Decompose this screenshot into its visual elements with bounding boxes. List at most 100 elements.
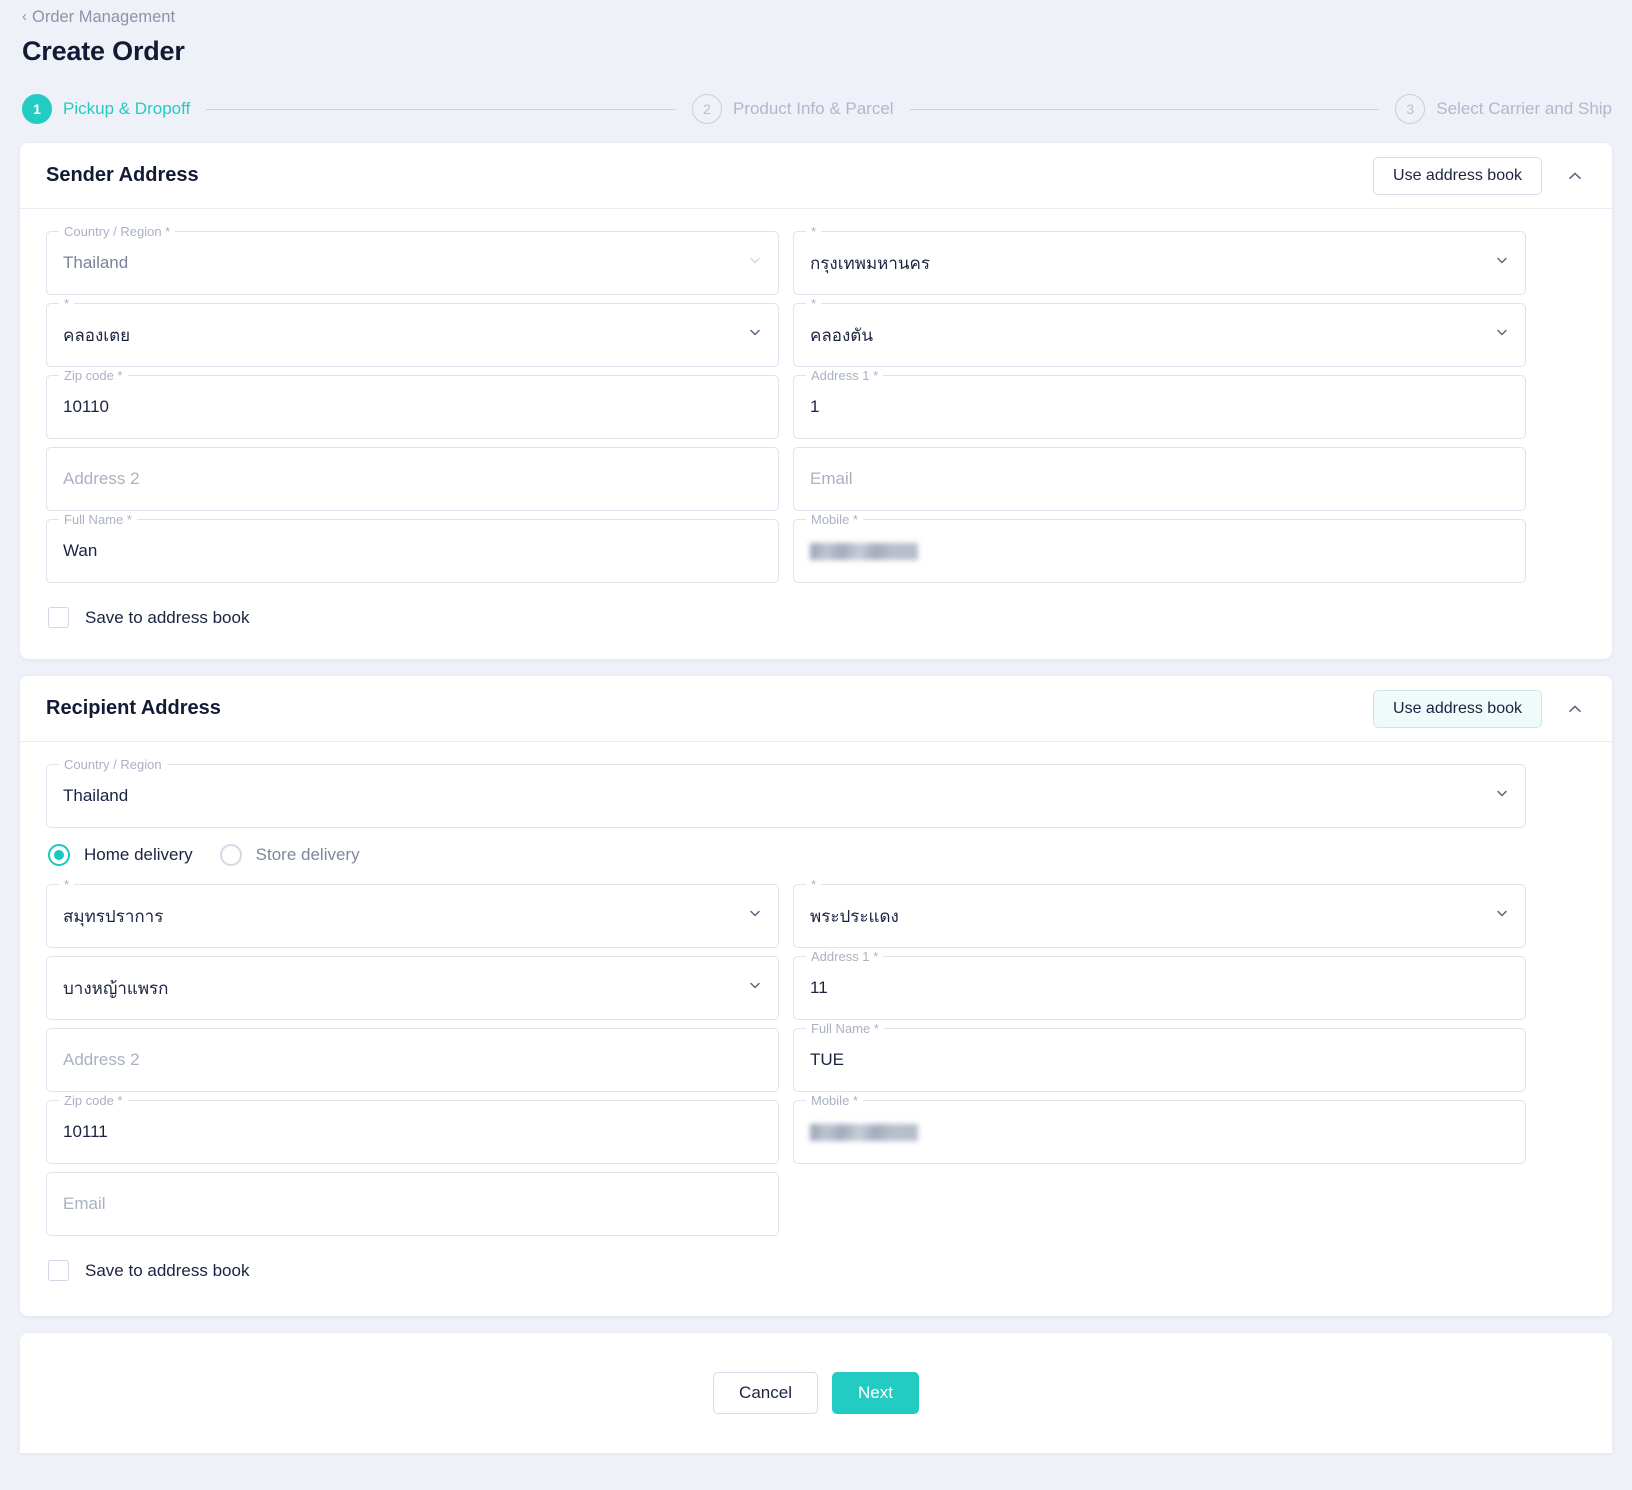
sender-province-value: กรุงเทพมหานคร: [810, 253, 931, 273]
sender-mobile-redacted-value: [810, 542, 918, 560]
sender-mobile-label: Mobile *: [806, 512, 863, 528]
page-title: Create Order: [22, 36, 185, 66]
sender-district-field[interactable]: * คลองเตย: [46, 296, 779, 367]
step-select-carrier-ship[interactable]: 3 Select Carrier and Ship: [1395, 94, 1612, 124]
sender-address1-value: 1: [810, 397, 820, 416]
sender-subdistrict-label: *: [806, 296, 822, 312]
sender-save-to-address-book-row[interactable]: Save to address book: [46, 591, 1586, 628]
sender-fullname-value: Wan: [63, 541, 98, 560]
recipient-fullname-value: TUE: [810, 1050, 844, 1069]
recipient-subdistrict-field[interactable]: บางหญ้าแพรก: [46, 956, 779, 1020]
recipient-mobile-redacted-value: [810, 1123, 918, 1141]
sender-card-header: Sender Address Use address book: [20, 143, 1612, 209]
step-1-number: 1: [22, 94, 52, 124]
breadcrumb-label: Order Management: [32, 8, 176, 26]
sender-district-label: *: [59, 296, 75, 312]
step-connector-2: [909, 108, 1380, 110]
sender-district-value: คลองเตย: [63, 325, 131, 345]
sender-country-field[interactable]: Country / Region * Thailand: [46, 224, 779, 295]
recipient-country-value: Thailand: [63, 786, 129, 805]
chevron-down-icon: [747, 906, 763, 927]
sender-save-to-address-book-label: Save to address book: [85, 607, 250, 627]
step-2-number: 2: [691, 94, 722, 124]
recipient-district-label: *: [806, 877, 822, 893]
recipient-card-body: Country / Region Thailand Home delivery …: [20, 742, 1612, 1281]
sender-collapse-toggle[interactable]: [1560, 161, 1590, 191]
sender-province-label: *: [806, 224, 822, 240]
recipient-use-address-book-button[interactable]: Use address book: [1373, 689, 1542, 728]
step-3-number: 3: [1395, 94, 1426, 124]
sender-use-address-book-button[interactable]: Use address book: [1373, 156, 1542, 195]
sender-zip-label: Zip code *: [59, 368, 128, 384]
recipient-save-to-address-book-label: Save to address book: [85, 1260, 250, 1280]
recipient-email-field[interactable]: Email: [46, 1172, 779, 1236]
recipient-mobile-label: Mobile *: [806, 1093, 863, 1109]
chevron-down-icon: [1494, 325, 1510, 346]
sender-email-field[interactable]: Email: [793, 447, 1526, 511]
sender-save-to-address-book-checkbox[interactable]: [48, 607, 69, 628]
sender-fullname-field[interactable]: Full Name * Wan: [46, 512, 779, 583]
recipient-subdistrict-value: บางหญ้าแพรก: [63, 978, 169, 998]
radio-option-store-delivery[interactable]: Store delivery: [219, 844, 360, 866]
recipient-card-title: Recipient Address: [46, 697, 221, 719]
recipient-fullname-field[interactable]: Full Name * TUE: [793, 1021, 1526, 1092]
recipient-collapse-toggle[interactable]: [1560, 694, 1590, 724]
breadcrumb-back-link[interactable]: ‹ Order Management: [22, 8, 175, 27]
chevron-down-icon: [1494, 786, 1510, 807]
step-3-label: Select Carrier and Ship: [1436, 99, 1613, 118]
recipient-address2-field[interactable]: Address 2: [46, 1028, 779, 1092]
sender-address1-field[interactable]: Address 1 * 1: [793, 368, 1526, 439]
sender-subdistrict-field[interactable]: * คลองตัน: [793, 296, 1526, 367]
recipient-province-field[interactable]: * สมุทรปราการ: [46, 877, 779, 948]
chevron-up-icon: [1566, 700, 1584, 718]
sender-subdistrict-value: คลองตัน: [810, 325, 873, 345]
chevron-down-icon: [1494, 253, 1510, 274]
sender-address2-field[interactable]: Address 2: [46, 447, 779, 511]
step-product-info-parcel[interactable]: 2 Product Info & Parcel: [691, 94, 894, 124]
sender-card-title: Sender Address: [46, 164, 199, 186]
sender-country-label: Country / Region *: [59, 224, 176, 240]
sender-country-value: Thailand: [63, 253, 129, 272]
chevron-down-icon: [747, 253, 763, 274]
progress-stepper: 1 Pickup & Dropoff 2 Product Info & Parc…: [22, 94, 1612, 124]
recipient-zip-field[interactable]: Zip code * 10111: [46, 1093, 779, 1164]
radio-option-home-delivery[interactable]: Home delivery: [48, 844, 193, 866]
recipient-address1-value: 11: [810, 978, 828, 997]
recipient-country-field[interactable]: Country / Region Thailand: [46, 757, 1526, 828]
chevron-down-icon: [747, 325, 763, 346]
sender-zip-field[interactable]: Zip code * 10110: [46, 368, 779, 439]
recipient-address2-placeholder: Address 2: [63, 1050, 140, 1069]
sender-address-card: Sender Address Use address book Country …: [20, 143, 1612, 659]
recipient-province-value: สมุทรปราการ: [63, 906, 164, 926]
store-delivery-radio[interactable]: [219, 844, 242, 866]
next-button[interactable]: Next: [831, 1372, 919, 1414]
recipient-province-label: *: [59, 877, 75, 893]
cancel-button[interactable]: Cancel: [713, 1372, 818, 1414]
step-pickup-dropoff[interactable]: 1 Pickup & Dropoff: [22, 94, 190, 124]
recipient-card-header: Recipient Address Use address book: [20, 676, 1612, 742]
recipient-mobile-field[interactable]: Mobile *: [793, 1093, 1526, 1164]
recipient-address1-field[interactable]: Address 1 * 11: [793, 949, 1526, 1020]
recipient-save-to-address-book-row[interactable]: Save to address book: [46, 1244, 1586, 1281]
form-footer-bar: Cancel Next: [20, 1333, 1612, 1453]
recipient-zip-value: 10111: [63, 1122, 108, 1141]
recipient-fullname-label: Full Name *: [806, 1021, 884, 1037]
chevron-down-icon: [747, 978, 763, 999]
chevron-down-icon: [1494, 906, 1510, 927]
home-delivery-label: Home delivery: [84, 845, 193, 864]
recipient-zip-label: Zip code *: [59, 1093, 128, 1109]
sender-address1-label: Address 1 *: [806, 368, 884, 384]
store-delivery-label: Store delivery: [255, 845, 360, 864]
recipient-district-field[interactable]: * พระประแดง: [793, 877, 1526, 948]
chevron-up-icon: [1566, 167, 1584, 185]
sender-email-placeholder: Email: [810, 469, 853, 488]
recipient-address-card: Recipient Address Use address book Count…: [20, 676, 1612, 1316]
step-connector-1: [206, 108, 676, 110]
home-delivery-radio[interactable]: [48, 844, 70, 866]
sender-fullname-label: Full Name *: [59, 512, 137, 528]
recipient-save-to-address-book-checkbox[interactable]: [48, 1260, 69, 1281]
sender-province-field[interactable]: * กรุงเทพมหานคร: [793, 224, 1526, 295]
sender-mobile-field[interactable]: Mobile *: [793, 512, 1526, 583]
recipient-address1-label: Address 1 *: [806, 949, 884, 965]
sender-zip-value: 10110: [63, 397, 110, 416]
